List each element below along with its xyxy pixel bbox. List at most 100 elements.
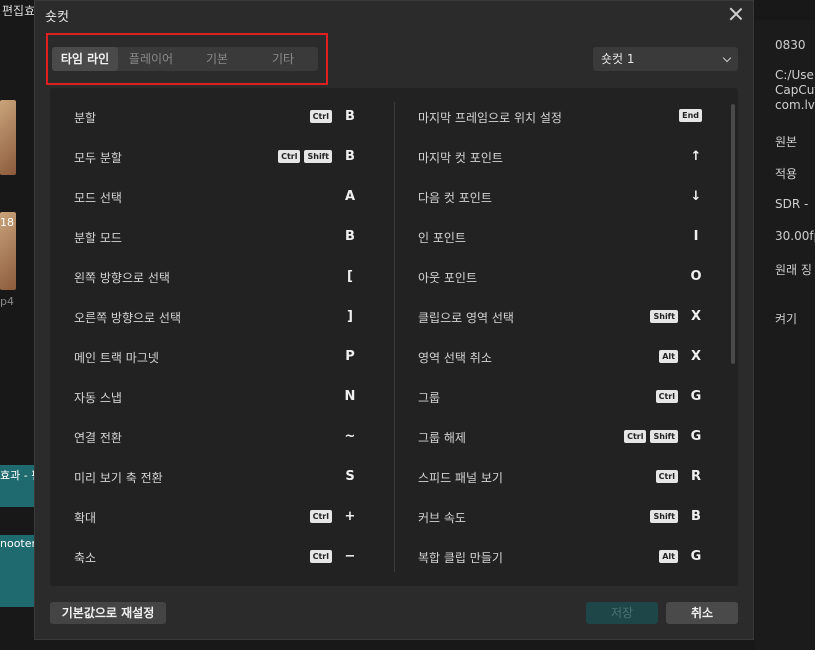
shortcut-keys[interactable]: Alt G bbox=[659, 549, 702, 564]
prop-value: 적용 bbox=[775, 167, 798, 181]
shortcut-label: 분할 bbox=[74, 111, 97, 125]
shortcut-keys[interactable]: Ctrl Shift G bbox=[624, 429, 702, 444]
shortcut-label: 다음 컷 포인트 bbox=[418, 191, 492, 205]
tab-basic[interactable]: 기본 bbox=[184, 47, 250, 71]
shortcut-keys[interactable]: Ctrl R bbox=[655, 469, 702, 484]
shortcut-keys[interactable]: Alt X bbox=[659, 349, 702, 364]
shortcut-key: B bbox=[691, 509, 701, 524]
shortcut-key: G bbox=[690, 389, 702, 404]
shortcut-keys[interactable]: Shift B bbox=[650, 509, 702, 524]
shortcut-key: O bbox=[690, 269, 702, 284]
shortcut-keys[interactable]: A bbox=[336, 189, 356, 204]
shortcut-key: + bbox=[344, 509, 356, 524]
shortcut-keys[interactable]: I bbox=[682, 229, 702, 244]
shortcut-key: B bbox=[345, 229, 355, 244]
shortcut-label: 확대 bbox=[74, 511, 97, 525]
shortcut-row[interactable]: 그룹 Ctrl G bbox=[418, 378, 702, 418]
prop-value: 원본 bbox=[775, 135, 798, 149]
tab-other[interactable]: 기타 bbox=[250, 47, 316, 71]
shortcut-row[interactable]: 메인 트랙 마그넷 P bbox=[74, 338, 356, 378]
modifier-key-badge: Ctrl bbox=[278, 150, 301, 163]
shortcut-label: 메인 트랙 마그넷 bbox=[74, 351, 159, 365]
modifier-key-badge: Alt bbox=[659, 350, 678, 363]
reset-defaults-button[interactable]: 기본값으로 재설정 bbox=[50, 602, 166, 624]
shortcut-label: 축소 bbox=[74, 551, 97, 565]
shortcut-row[interactable]: 연결 전환 ~ bbox=[74, 418, 356, 458]
shortcut-row[interactable]: 모드 선택 A bbox=[74, 178, 356, 218]
shortcut-row[interactable]: 스피드 패널 보기 Ctrl R bbox=[418, 458, 702, 498]
close-icon[interactable] bbox=[727, 5, 745, 23]
shortcut-key: G bbox=[690, 549, 702, 564]
shortcut-keys[interactable]: N bbox=[336, 389, 356, 404]
shortcut-row[interactable]: 자동 스냅 N bbox=[74, 378, 356, 418]
shortcut-row[interactable]: 다음 컷 포인트 ↓ bbox=[418, 178, 702, 218]
shortcut-label: 마지막 컷 포인트 bbox=[418, 151, 503, 165]
shortcut-label: 모두 분할 bbox=[74, 151, 122, 165]
shortcut-row[interactable]: 마지막 프레임으로 위치 설정 End bbox=[418, 98, 702, 138]
shortcut-keys[interactable]: B bbox=[336, 229, 356, 244]
shortcut-row[interactable]: 왼쪽 방향으로 선택 [ bbox=[74, 258, 356, 298]
shortcut-keys[interactable]: P bbox=[336, 349, 356, 364]
select-value: 숏컷 1 bbox=[601, 52, 635, 66]
shortcut-keys[interactable]: End bbox=[679, 109, 702, 122]
shortcut-row[interactable]: 모두 분할 Ctrl Shift B bbox=[74, 138, 356, 178]
shortcut-row[interactable]: 그룹 해제 Ctrl Shift G bbox=[418, 418, 702, 458]
shortcut-column-right: 마지막 프레임으로 위치 설정 End 마지막 컷 포인트 ↑ 다음 컷 포인트 ↓ 인 포… bbox=[418, 98, 702, 578]
timeline-clip[interactable]: 효과 - 편 bbox=[0, 465, 41, 507]
shortcut-key: X bbox=[690, 349, 702, 364]
shortcut-row[interactable]: 미리 보기 축 전환 S bbox=[74, 458, 356, 498]
shortcut-keys[interactable]: Ctrl + bbox=[309, 509, 356, 524]
shortcut-keys[interactable]: ↓ bbox=[682, 189, 702, 204]
shortcut-keys[interactable]: S bbox=[336, 469, 356, 484]
shortcut-key: P bbox=[345, 349, 355, 364]
timeline-clip[interactable]: nooters bbox=[0, 535, 42, 607]
prop-value: 30.00fp bbox=[775, 229, 815, 243]
shortcut-keys[interactable]: Ctrl − bbox=[309, 549, 356, 564]
cancel-button[interactable]: 취소 bbox=[666, 602, 738, 624]
shortcut-key: ↑ bbox=[690, 149, 702, 164]
shortcut-row[interactable]: 인 포인트 I bbox=[418, 218, 702, 258]
shortcut-row[interactable]: 영역 선택 취소 Alt X bbox=[418, 338, 702, 378]
shortcut-keys[interactable]: ↑ bbox=[682, 149, 702, 164]
media-thumbnail[interactable] bbox=[0, 100, 16, 175]
shortcut-keys[interactable]: O bbox=[682, 269, 702, 284]
shortcut-row[interactable]: 오른쪽 방향으로 선택] bbox=[74, 298, 356, 338]
shortcut-key: S bbox=[345, 469, 355, 484]
shortcut-key: B bbox=[345, 149, 355, 164]
shortcut-key: R bbox=[690, 469, 701, 484]
shortcut-key: B bbox=[345, 109, 355, 124]
shortcut-keys[interactable]: [ bbox=[336, 269, 356, 284]
shortcut-row[interactable]: 분할 Ctrl B bbox=[74, 98, 356, 138]
shortcut-row[interactable]: 복합 클립 만들기 Alt G bbox=[418, 538, 702, 578]
scrollbar[interactable] bbox=[731, 104, 735, 364]
shortcut-label: 연결 전환 bbox=[74, 431, 122, 445]
tab-player[interactable]: 플레이어 bbox=[118, 47, 184, 71]
shortcut-label: 분할 모드 bbox=[74, 231, 122, 245]
save-button[interactable]: 저장 bbox=[586, 602, 658, 624]
shortcut-preset-select[interactable]: 숏컷 1 bbox=[593, 47, 738, 71]
shortcut-label: 복합 클립 만들기 bbox=[418, 551, 503, 565]
shortcut-keys[interactable]: Ctrl B bbox=[309, 109, 356, 124]
shortcut-label: 스피드 패널 보기 bbox=[418, 471, 503, 485]
prop-value: 켜기 bbox=[775, 312, 798, 326]
shortcut-label: 모드 선택 bbox=[74, 191, 122, 205]
shortcut-row[interactable]: 축소 Ctrl − bbox=[74, 538, 356, 578]
shortcut-row[interactable]: 마지막 컷 포인트 ↑ bbox=[418, 138, 702, 178]
shortcut-row[interactable]: 클립으로 영역 선택 Shift X bbox=[418, 298, 702, 338]
shortcut-row[interactable]: 커브 속도 Shift B bbox=[418, 498, 702, 538]
shortcut-keys[interactable]: ] bbox=[336, 309, 356, 324]
shortcut-row[interactable]: 아웃 포인트 O bbox=[418, 258, 702, 298]
shortcut-keys[interactable]: Ctrl G bbox=[655, 389, 702, 404]
shortcut-keys[interactable]: Ctrl Shift B bbox=[278, 149, 356, 164]
shortcut-row[interactable]: 분할 모드 B bbox=[74, 218, 356, 258]
shortcut-label: 왼쪽 방향으로 선택 bbox=[74, 271, 170, 285]
shortcut-row[interactable]: 확대 Ctrl + bbox=[74, 498, 356, 538]
shortcut-key: N bbox=[344, 389, 356, 404]
shortcut-label: 커브 속도 bbox=[418, 511, 466, 525]
shortcut-keys[interactable]: Shift X bbox=[650, 309, 702, 324]
shortcut-label: 자동 스냅 bbox=[74, 391, 122, 405]
shortcut-key: [ bbox=[347, 269, 353, 284]
tab-timeline[interactable]: 타임 라인 bbox=[52, 47, 118, 71]
chevron-down-icon bbox=[722, 53, 732, 63]
shortcut-keys[interactable]: ~ bbox=[336, 429, 356, 444]
